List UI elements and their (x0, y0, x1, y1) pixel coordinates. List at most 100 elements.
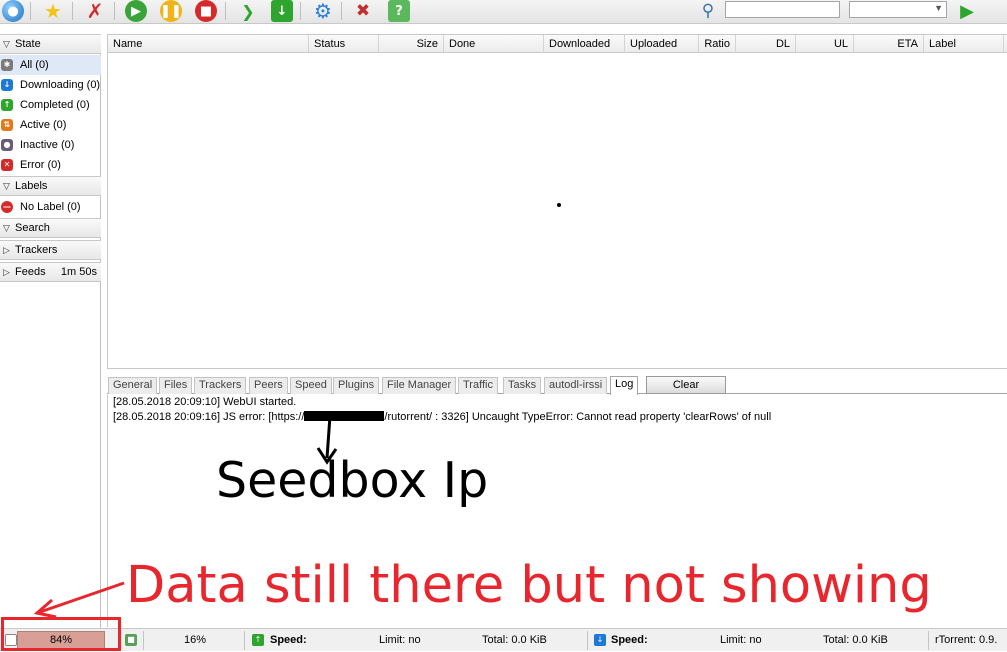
client-version: rTorrent: 0.9. (935, 634, 998, 646)
annotation-seedbox-ip: Seedbox Ip (216, 452, 489, 509)
dl-speed-label: Speed: (270, 634, 307, 646)
state-header[interactable]: ▽ State (0, 34, 101, 54)
pause-icon[interactable]: ❚❚ (160, 0, 182, 22)
download-icon[interactable]: ↓ (271, 0, 293, 22)
feeds-header[interactable]: ▷ Feeds 1m 50s (0, 262, 101, 282)
column-ul[interactable]: UL (796, 35, 854, 53)
plugins-icon[interactable]: ✖ (352, 0, 374, 22)
sidebar-item-label: Error (0) (20, 159, 61, 171)
status-bar: 84% ■ 16% ↑ Speed: Limit: no Total: 0.0 … (0, 628, 1007, 651)
ul-total: Total: 0.0 KiB (823, 634, 888, 646)
column-dl[interactable]: DL (736, 35, 796, 53)
error-icon: ✕ (1, 159, 13, 171)
toolbar: ● ★ ✗ ▶ ❚❚ ■ ❯ ↓ ⚙ ✖ ? ⚲ ▼ ▶ (0, 0, 1007, 24)
feeds-header-label: Feeds (15, 266, 46, 278)
trackers-header[interactable]: ▷ Trackers (0, 240, 101, 260)
log-line: [28.05.2018 20:09:10] WebUI started. (113, 396, 297, 408)
expand-icon: ▷ (3, 245, 10, 255)
column-name[interactable]: Name (108, 35, 309, 53)
search-icon[interactable]: ⚲ (697, 0, 719, 22)
sidebar-item-label: Active (0) (20, 119, 67, 131)
all-icon: ✱ (1, 59, 13, 71)
tab-speed[interactable]: Speed (290, 377, 332, 394)
help-icon[interactable]: ? (388, 0, 410, 22)
globe-icon[interactable]: ● (2, 0, 24, 22)
inactive-icon: ● (1, 139, 13, 151)
column-label[interactable]: Label (924, 35, 1004, 53)
tab-tasks[interactable]: Tasks (503, 377, 542, 394)
tab-file-manager[interactable]: File Manager (382, 377, 457, 394)
sidebar-item-inactive[interactable]: ● Inactive (0) (0, 135, 101, 155)
log-text: /rutorrent/ : 3326] Uncaught TypeError: … (384, 411, 772, 423)
tab-files[interactable]: Files (159, 377, 193, 394)
active-icon: ⇅ (1, 119, 13, 131)
go-icon[interactable]: ▶ (956, 0, 978, 22)
clear-log-button[interactable]: Clear (646, 376, 726, 394)
completed-icon: ↑ (1, 99, 13, 111)
state-header-label: State (15, 38, 41, 50)
torrent-list-header: Name Status Size Done Downloaded Uploade… (107, 34, 1007, 53)
column-size[interactable]: Size (379, 35, 444, 53)
redaction-bar (304, 411, 385, 421)
rss-icon[interactable]: ❯ (237, 0, 259, 22)
ul-speed-label: Speed: (611, 634, 648, 646)
ul-limit[interactable]: Limit: no (720, 629, 762, 652)
sidebar-item-downloading[interactable]: ↓ Downloading (0) (0, 75, 101, 95)
tab-peers[interactable]: Peers (249, 377, 288, 394)
sidebar-item-label: Completed (0) (20, 99, 90, 111)
search-input[interactable] (725, 1, 840, 18)
upload-speed-icon: ↓ (594, 634, 606, 646)
start-icon[interactable]: ▶ (125, 0, 147, 22)
torrent-list[interactable] (107, 53, 1007, 369)
log-text: [28.05.2018 20:09:16] JS error: [https:/… (113, 411, 305, 423)
expand-icon: ▷ (3, 267, 10, 277)
tab-general[interactable]: General (108, 377, 158, 394)
dl-limit[interactable]: Limit: no (379, 629, 421, 652)
toolbar-separator (225, 2, 226, 20)
status-separator (244, 631, 245, 650)
column-done[interactable]: Done (444, 35, 544, 53)
tab-plugins[interactable]: Plugins (333, 377, 380, 394)
column-eta[interactable]: ETA (854, 35, 924, 53)
column-downloaded[interactable]: Downloaded (544, 35, 625, 53)
sidebar-item-label: All (0) (20, 59, 49, 71)
cpu-icon: ■ (125, 634, 137, 646)
tab-trackers[interactable]: Trackers (194, 377, 247, 394)
tab-log[interactable]: Log (610, 376, 639, 395)
search-engine-select[interactable]: ▼ (849, 1, 947, 18)
column-ratio[interactable]: Ratio (699, 35, 736, 53)
sidebar-item-error[interactable]: ✕ Error (0) (0, 155, 101, 175)
star-icon[interactable]: ★ (42, 0, 64, 23)
remove-icon[interactable]: ✗ (84, 0, 106, 23)
feeds-time: 1m 50s (60, 266, 97, 278)
sidebar-item-no-label[interactable]: — No Label (0) (0, 197, 101, 217)
toolbar-separator (114, 2, 115, 20)
chevron-down-icon: ▼ (934, 3, 943, 13)
stop-icon[interactable]: ■ (195, 0, 217, 22)
tab-traffic[interactable]: Traffic (458, 377, 498, 394)
column-uploaded[interactable]: Uploaded (625, 35, 699, 53)
search-header[interactable]: ▽ Search (0, 218, 101, 238)
annotation-highlight-box (1, 617, 121, 651)
downloading-icon: ↓ (1, 79, 13, 91)
sidebar-item-active[interactable]: ⇅ Active (0) (0, 115, 101, 135)
collapse-icon: ▽ (3, 223, 10, 233)
log-line: [28.05.2018 20:09:16] JS error: [https:/… (113, 411, 771, 423)
toolbar-separator (72, 2, 73, 20)
settings-icon[interactable]: ⚙ (312, 0, 334, 23)
download-speed-icon: ↑ (252, 634, 264, 646)
status-separator (587, 631, 588, 650)
column-status[interactable]: Status (309, 35, 379, 53)
status-separator (143, 631, 144, 650)
labels-header[interactable]: ▽ Labels (0, 176, 101, 196)
sidebar: ▽ State ✱ All (0) ↓ Downloading (0) ↑ Co… (0, 34, 101, 628)
toolbar-separator (341, 2, 342, 20)
tab-autodl-irssi[interactable]: autodl-irssi (544, 377, 608, 394)
sidebar-item-completed[interactable]: ↑ Completed (0) (0, 95, 101, 115)
detail-tabs: General Files Trackers Peers Speed Plugi… (107, 376, 1007, 395)
cpu-usage: 16% (184, 634, 207, 646)
sidebar-item-all[interactable]: ✱ All (0) (0, 55, 101, 75)
no-label-icon: — (1, 201, 13, 213)
status-separator (928, 631, 929, 650)
labels-header-label: Labels (15, 180, 48, 192)
